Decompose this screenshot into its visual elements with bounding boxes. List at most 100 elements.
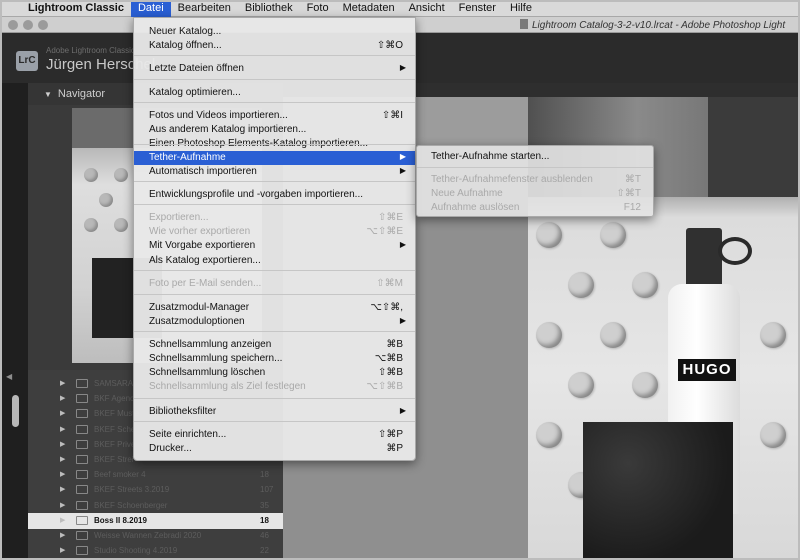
macos-menu-bar: Lightroom Classic Datei Bearbeiten Bibli… <box>0 0 800 17</box>
submenu-item-tether-aufnahmefenster-ausblenden: Tether-Aufnahmefenster ausblenden ⌘T <box>417 173 653 187</box>
triangle-right-icon[interactable]: ▶ <box>60 485 65 493</box>
collection-row[interactable]: ▶ BKEF Streets 3.2019 107 <box>28 482 283 498</box>
window-controls <box>8 20 48 30</box>
triangle-right-icon[interactable]: ▶ <box>60 470 65 478</box>
collection-name: BKF Agenc <box>94 394 135 404</box>
menu-ansicht[interactable]: Ansicht <box>402 0 452 17</box>
menu-item-label: Exportieren... <box>149 212 209 223</box>
black-box <box>583 422 733 560</box>
menu-bearbeiten[interactable]: Bearbeiten <box>171 0 238 17</box>
menu-item-seite-einrichten[interactable]: Seite einrichten... ⇧⌘P <box>134 428 415 442</box>
menu-item-label: Automatisch importieren <box>149 166 257 177</box>
submenu-arrow-icon: ▶ <box>399 240 406 249</box>
menu-item-shortcut: ⇧⌘P <box>377 429 403 440</box>
collection-set-icon <box>76 546 88 556</box>
collection-set-icon <box>76 409 88 419</box>
collection-name: BKEF Schoenberger <box>94 500 168 510</box>
menu-item-neuer-katalog[interactable]: Neuer Katalog... <box>134 25 415 39</box>
triangle-right-icon[interactable]: ▶ <box>60 531 65 539</box>
menu-item-label: Fotos und Videos importieren... <box>149 110 288 121</box>
panel-scrollbar[interactable] <box>12 395 19 427</box>
collection-row[interactable]: ▶ Beef smoker 4 18 <box>28 467 283 483</box>
menu-metadaten[interactable]: Metadaten <box>336 0 402 17</box>
collection-name: BKEF Sche <box>94 424 136 434</box>
collection-set-icon <box>76 394 88 404</box>
menu-item-label: Schnellsammlung anzeigen <box>149 339 272 350</box>
document-title: Lightroom Catalog-3-2-v10.lrcat - Adobe … <box>520 19 785 31</box>
triangle-right-icon[interactable]: ▶ <box>60 455 65 463</box>
collection-count: 18 <box>260 515 269 525</box>
menu-item-shortcut: ⌥⇧⌘, <box>370 302 403 313</box>
menu-item-schnellsammlung-anzeigen[interactable]: Schnellsammlung anzeigen ⌘B <box>134 338 415 352</box>
triangle-right-icon[interactable]: ▶ <box>60 501 65 509</box>
menu-item-als-katalog-exportieren[interactable]: Als Katalog exportieren... <box>134 254 415 268</box>
panel-toggle-arrow-icon[interactable]: ◀ <box>6 372 12 381</box>
collection-set-icon <box>76 485 88 495</box>
triangle-right-icon[interactable]: ▶ <box>60 379 65 387</box>
triangle-right-icon[interactable]: ▶ <box>60 394 65 402</box>
menu-item-shortcut: ⌥⌘B <box>374 353 403 364</box>
minimize-window-button[interactable] <box>23 20 33 30</box>
menu-item-mit-vorgabe-exportieren[interactable]: Mit Vorgabe exportieren ▶ <box>134 239 415 253</box>
menu-item-aus-anderem-katalog-importieren[interactable]: Aus anderem Katalog importieren... <box>134 123 415 137</box>
menu-hilfe[interactable]: Hilfe <box>503 0 539 17</box>
collection-name: BKEF Strei <box>94 455 134 464</box>
menu-separator <box>134 181 415 182</box>
menu-separator <box>134 144 415 145</box>
menu-item-zusatzmoduloptionen[interactable]: Zusatzmoduloptionen ▶ <box>134 315 415 329</box>
menu-item-entwicklungsprofile-und-vorgaben-importieren[interactable]: Entwicklungsprofile und -vorgaben import… <box>134 188 415 202</box>
datei-menu: Neuer Katalog... Katalog öffnen... ⇧⌘O Letz… <box>133 17 416 461</box>
menu-item-letzte-dateien-oeffnen[interactable]: Letzte Dateien öffnen ▶ <box>134 62 415 76</box>
menu-item-label: Foto per E-Mail senden... <box>149 278 262 289</box>
menu-fenster[interactable]: Fenster <box>452 0 503 17</box>
submenu-item-shortcut: F12 <box>623 202 641 213</box>
triangle-right-icon[interactable]: ▶ <box>60 425 65 433</box>
collection-row[interactable]: ▶ Studio Shooting 4.2019 22 <box>28 543 283 559</box>
bottle-label: HUGO <box>678 359 736 381</box>
menu-item-foto-per-e-mail-senden: Foto per E-Mail senden... ⇧⌘M <box>134 277 415 291</box>
menu-item-label: Seite einrichten... <box>149 429 227 440</box>
submenu-item-tether-aufnahme-starten[interactable]: Tether-Aufnahme starten... <box>417 150 653 164</box>
triangle-right-icon[interactable]: ▶ <box>60 409 65 417</box>
menu-item-exportieren: Exportieren... ⇧⌘E <box>134 211 415 225</box>
menu-item-label: Letzte Dateien öffnen <box>149 63 244 74</box>
menu-item-shortcut: ⇧⌘M <box>376 278 403 289</box>
menu-item-schnellsammlung-speichern[interactable]: Schnellsammlung speichern... ⌥⌘B <box>134 352 415 366</box>
menu-item-tether-aufnahme[interactable]: Tether-Aufnahme ▶ <box>134 151 415 165</box>
menu-item-shortcut: ⇧⌘B <box>377 367 403 378</box>
collection-row[interactable]: ▶ Boss II 8.2019 18 <box>28 512 283 529</box>
menu-item-label: Schnellsammlung löschen <box>149 367 266 378</box>
menu-item-label: Schnellsammlung als Ziel festlegen <box>149 381 306 392</box>
menu-item-katalog-optimieren[interactable]: Katalog optimieren... <box>134 86 415 100</box>
triangle-right-icon[interactable]: ▶ <box>60 546 65 554</box>
submenu-item-label: Aufnahme auslösen <box>431 202 520 213</box>
menu-item-drucker[interactable]: Drucker... ⌘P <box>134 442 415 456</box>
menu-bibliothek[interactable]: Bibliothek <box>238 0 300 17</box>
menu-item-label: Mit Vorgabe exportieren <box>149 240 256 251</box>
menu-datei[interactable]: Datei <box>130 0 171 17</box>
menu-item-automatisch-importieren[interactable]: Automatisch importieren ▶ <box>134 165 415 179</box>
menu-lightroom-classic[interactable]: Lightroom Classic <box>26 0 131 17</box>
menu-separator <box>417 167 653 168</box>
submenu-arrow-icon: ▶ <box>399 63 406 72</box>
menu-item-wie-vorher-exportieren: Wie vorher exportieren ⌥⇧⌘E <box>134 225 415 239</box>
menu-item-fotos-und-videos-importieren[interactable]: Fotos und Videos importieren... ⇧⌘I <box>134 109 415 123</box>
triangle-right-icon[interactable]: ▶ <box>60 516 65 524</box>
collection-row[interactable]: ▶ Weisse Wannen Zebradi 2020 46 <box>28 528 283 544</box>
menu-separator <box>134 55 415 56</box>
submenu-item-label: Tether-Aufnahme starten... <box>431 151 550 162</box>
submenu-arrow-icon: ▶ <box>399 316 406 325</box>
menu-item-bibliotheksfilter[interactable]: Bibliotheksfilter ▶ <box>134 405 415 419</box>
collection-set-icon <box>76 470 88 480</box>
bottle-cap <box>686 228 722 286</box>
close-window-button[interactable] <box>8 20 18 30</box>
menu-item-schnellsammlung-loeschen[interactable]: Schnellsammlung löschen ⇧⌘B <box>134 366 415 380</box>
collection-row[interactable]: ▶ BKEF Schoenberger 35 <box>28 498 283 514</box>
menu-item-zusatzmodul-manager[interactable]: Zusatzmodul-Manager ⌥⇧⌘, <box>134 301 415 315</box>
zoom-window-button[interactable] <box>38 20 48 30</box>
collection-name: Weisse Wannen Zebradi 2020 <box>94 531 202 540</box>
menu-item-katalog-oeffnen[interactable]: Katalog öffnen... ⇧⌘O <box>134 39 415 53</box>
menu-foto[interactable]: Foto <box>300 0 336 17</box>
menu-item-shortcut: ⇧⌘O <box>376 40 403 51</box>
triangle-right-icon[interactable]: ▶ <box>60 440 65 448</box>
